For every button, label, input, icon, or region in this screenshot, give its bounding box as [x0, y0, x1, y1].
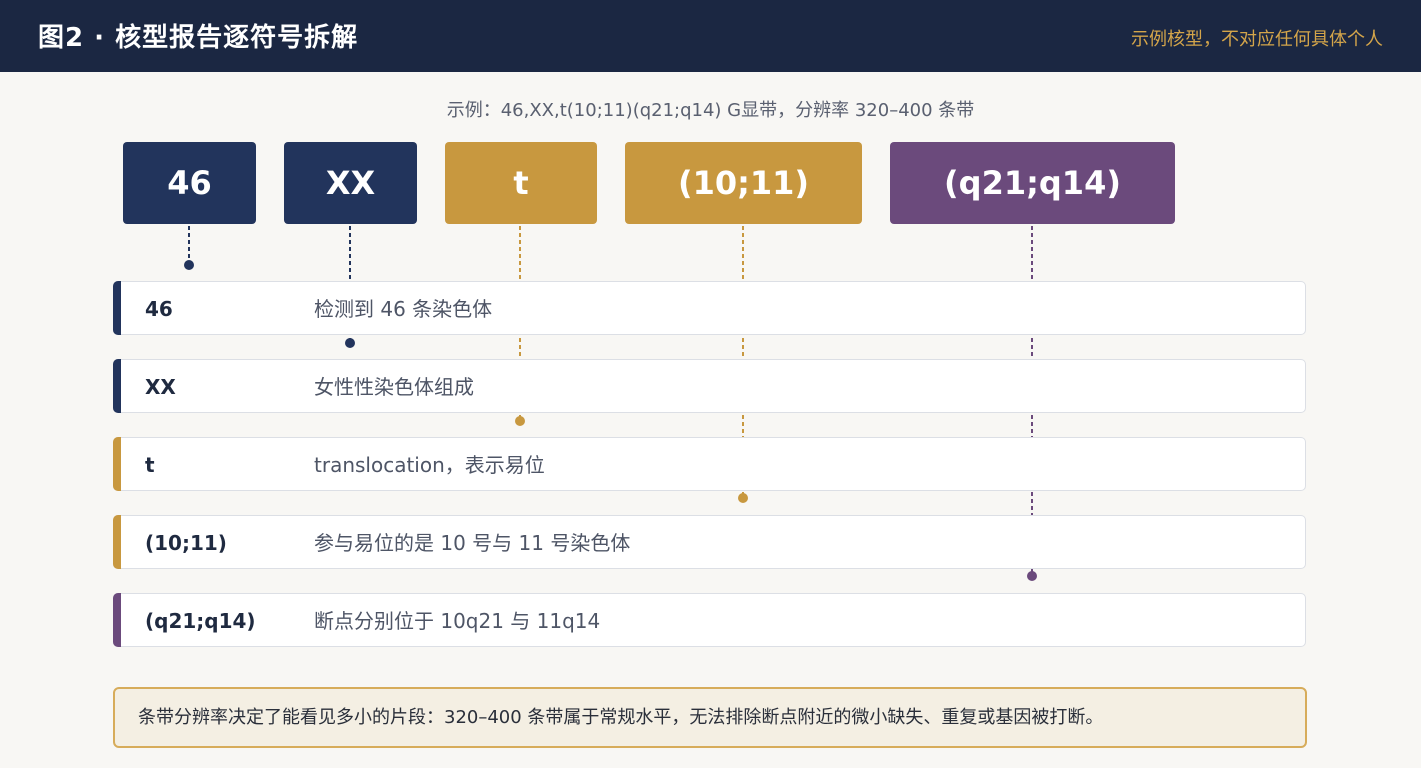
resolution-note: 条带分辨率决定了能看见多小的片段：320–400 条带属于常规水平，无法排除断点… — [113, 687, 1307, 748]
connector-dot-q21-q14 — [1027, 571, 1037, 581]
connector-dot-xx — [345, 338, 355, 348]
connector-dot-46 — [184, 260, 194, 270]
connector-dot-t — [515, 416, 525, 426]
connector-dots — [184, 260, 1037, 581]
connector-dot-10-11 — [738, 493, 748, 503]
